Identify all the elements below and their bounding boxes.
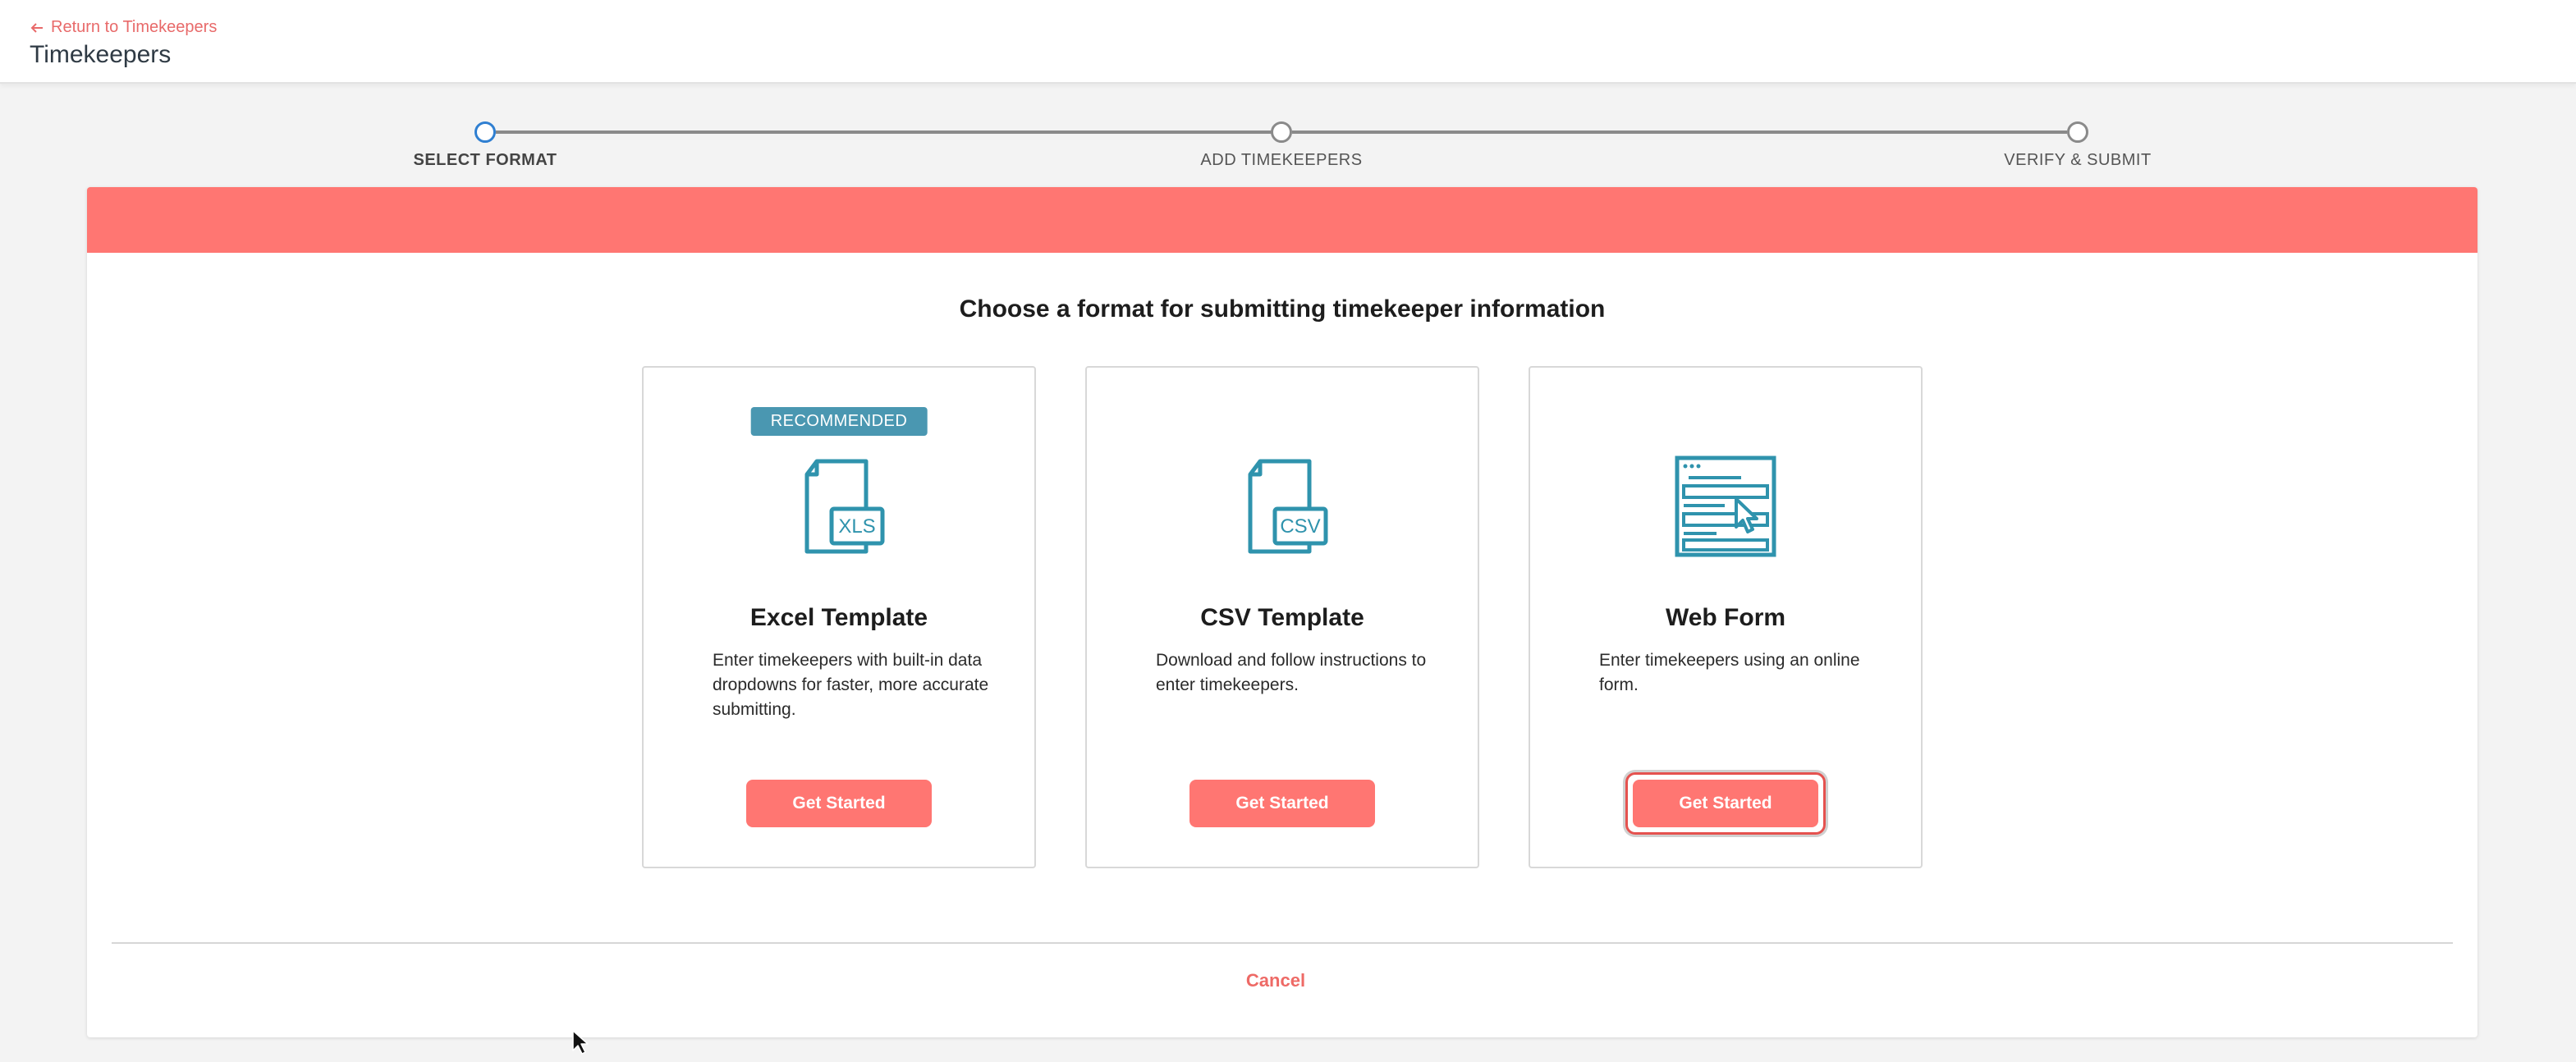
- csv-template-option: CSV CSV Template Download and follow ins…: [1085, 366, 1479, 868]
- step-verify-submit-dot: [2067, 121, 2088, 143]
- format-heading: Choose a format for submitting timekeepe…: [959, 295, 1606, 323]
- csv-icon-text: CSV: [1280, 515, 1320, 538]
- csv-get-started-button[interactable]: Get Started: [1189, 780, 1375, 827]
- step-add-timekeepers-dot: [1271, 121, 1292, 143]
- cancel-button[interactable]: Cancel: [87, 970, 2464, 991]
- arrow-left-icon: [30, 22, 43, 33]
- xls-file-icon: XLS: [804, 459, 885, 554]
- step-connector: [1292, 130, 2067, 134]
- csv-template-title: CSV Template: [1200, 604, 1364, 631]
- step-connector: [496, 130, 1272, 134]
- csv-template-description: Download and follow instructions to ente…: [1156, 651, 1427, 694]
- web-form-title: Web Form: [1665, 604, 1786, 631]
- excel-get-started-button[interactable]: Get Started: [746, 780, 932, 827]
- divider: [112, 942, 2453, 944]
- step-verify-submit-label: VERIFY & SUBMIT: [2004, 151, 2152, 169]
- mouse-pointer-icon: [572, 1030, 589, 1055]
- excel-template-option: RECOMMENDED XLS Excel Template Enter tim…: [642, 366, 1036, 868]
- page-header: Return to Timekeepers Timekeepers: [0, 0, 2576, 84]
- excel-template-title: Excel Template: [749, 604, 928, 631]
- xls-icon-text: XLS: [838, 515, 875, 538]
- format-selection-card: Choose a format for submitting timekeepe…: [87, 187, 2477, 1037]
- csv-file-icon: CSV: [1248, 459, 1328, 554]
- alert-banner: [87, 187, 2477, 253]
- web-form-get-started-button[interactable]: Get Started: [1633, 780, 1818, 827]
- excel-template-description: Enter timekeepers with built-in data dro…: [713, 651, 989, 719]
- page-title: Timekeepers: [30, 41, 172, 68]
- step-add-timekeepers-label: ADD TIMEKEEPERS: [1200, 151, 1363, 169]
- recommended-badge: RECOMMENDED: [750, 407, 928, 436]
- web-form-description: Enter timekeepers using an online form.: [1599, 651, 1860, 694]
- web-form-option: Web Form Enter timekeepers using an onli…: [1529, 366, 1923, 868]
- progress-stepper: SELECT FORMAT ADD TIMEKEEPERS VERIFY & S…: [0, 115, 2576, 181]
- step-select-format-label: SELECT FORMAT: [413, 151, 557, 169]
- focus-ring: Get Started: [1625, 772, 1826, 835]
- step-select-format-dot: [474, 121, 496, 143]
- web-form-icon: [1675, 455, 1776, 557]
- return-link-label: Return to Timekeepers: [51, 18, 218, 36]
- return-to-timekeepers-link[interactable]: Return to Timekeepers: [30, 18, 217, 37]
